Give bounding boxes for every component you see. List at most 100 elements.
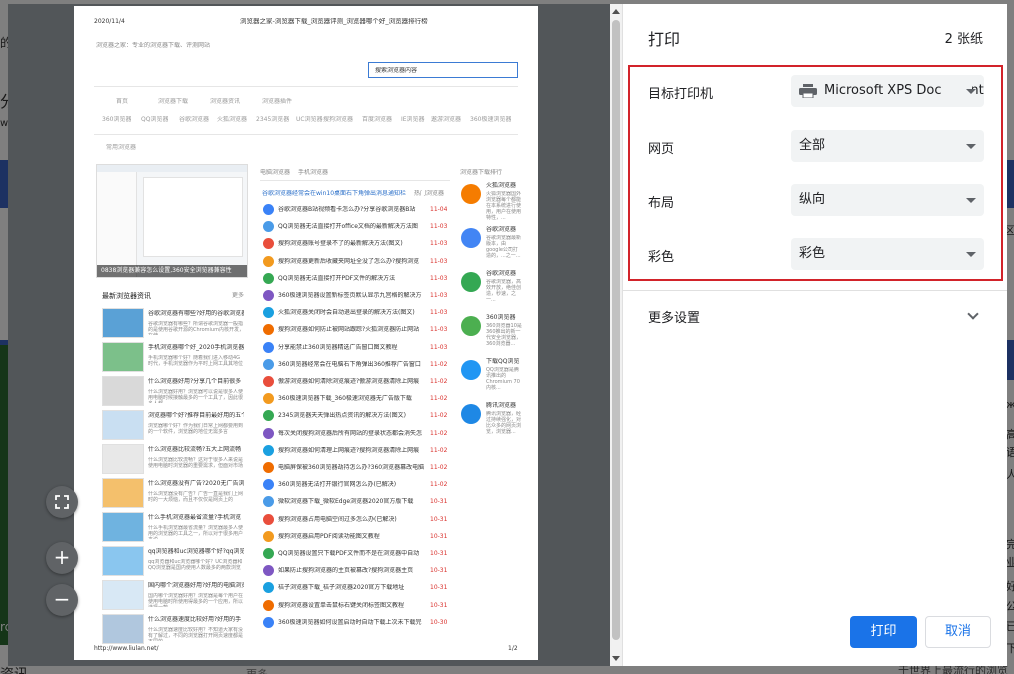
destination-label: 目标打印机 [648,87,714,102]
article-title: 桔子浏览器下载_桔子浏览器2020官方下载地址 [278,584,405,592]
zoom-out-button[interactable]: − [46,584,78,616]
article-date: 11-03 [430,223,448,231]
nav-category: 搜狗浏览器 [323,116,354,123]
rank-browser-icon [461,184,481,204]
chevron-down-icon [966,198,976,203]
article-title: 电脑屏保被360浏览器劫持怎么办?360浏览器篡改电脑 [278,464,425,471]
article-date: 11-02 [430,378,448,385]
news-thumbnail [102,444,144,474]
news-thumbnail [102,580,144,610]
nav-category: 百度浏览器 [362,116,393,123]
featured-caption: 0838浏览器兼容怎么设置,360安全浏览器兼容性 [97,265,247,277]
right-header: 浏览器下载排行 [460,169,503,176]
article-title: 2345浏览器天天弹出热点资讯的解决方法(图文) [278,412,406,420]
nav-category: IE浏览器 [401,116,425,123]
printer-icon [799,84,817,98]
page-footer-url: http://www.liulan.net/ [94,645,159,652]
article-title: 每次关闭搜狗浏览器后所有网站的登录状态都会消失怎 [278,429,423,437]
chevron-down-icon [966,252,976,257]
article-title: QQ浏览器无法直接打开PDF文件的解决方法 [278,274,396,282]
article-date: 10-31 [430,550,448,557]
print-preview-area[interactable]: 2020/11/4 浏览器之家-浏览器下载_浏览器评测_浏览器哪个好_浏览器排行… [8,4,622,666]
browser-icon [263,616,274,628]
browser-icon [263,393,274,405]
nav-item: 浏览器插件 [262,98,293,105]
article-title: 谷歌浏览器B站视频看卡怎么办?分享谷歌浏览器B站 [278,206,416,213]
color-label: 彩色 [648,250,675,265]
print-title: 打印 [648,30,681,49]
nav-item: 浏览器资讯 [210,98,241,105]
more-settings-toggle[interactable]: 更多设置 [648,307,700,326]
article-date: 11-02 [430,429,448,437]
fit-to-page-button[interactable] [46,486,78,518]
news-desc: 谷歌浏览器有哪些？所谓谷歌浏览器一般指的是使用谷歌开源的Chromium内核开发… [148,321,244,335]
article-date: 10-31 [430,567,448,575]
article-title: 如果防止搜狗浏览器的主页被篡改?搜狗浏览器主页 [278,567,414,575]
browser-icon [263,530,274,542]
chevron-down-icon [966,144,976,149]
news-thumbnail [102,376,144,406]
color-select[interactable]: 彩色 [791,238,984,270]
browser-icon [263,599,274,611]
nav-category: UC浏览器 [296,116,323,123]
article-title: 360极速浏览器下载_360极速浏览器无广告版下载 [278,395,412,403]
article-date: 11-03 [430,292,448,299]
article-title: 360浏览器无法打开银行官网怎么办(已解决) [278,481,397,489]
mid-tab: 手机浏览器 [298,169,329,176]
article-title: 搜狗浏览器账号登录不了的最新解决方法(图文) [278,240,403,248]
article-date: 10-30 [430,618,448,626]
news-desc: 什么浏览器比较流畅？这对于很多人来说是使用电脑时浏览器的重要需求，但面对市场 [148,457,244,469]
page-header-title: 浏览器之家-浏览器下载_浏览器评测_浏览器哪个好_浏览器排行榜 [240,18,428,25]
layout-select[interactable]: 纵向 [791,184,984,216]
destination-select[interactable]: Microsoft XPS Document Writer [791,75,984,107]
browser-icon [263,307,274,319]
article-title: 360极速浏览器如何设置启动时自动下载上次未下载完 [278,618,422,626]
print-button[interactable]: 打印 [850,616,917,648]
screenshot-toolbar [97,165,247,172]
scrollbar-thumb[interactable] [612,20,620,640]
settings-divider [623,290,1007,291]
print-preview-screen: 的 分 w rc 区 ж 高 语 人 完 业 好 公 已 下 资讯 更多 于世界… [0,0,1014,674]
pages-select[interactable]: 全部 [791,130,984,162]
article-title: 傲游浏览器如何清除浏览痕迹?傲游浏览器清除上网痕 [278,378,420,385]
browser-icon [263,238,274,250]
nav-category: 360极速浏览器 [470,116,512,123]
preview-scrollbar[interactable] [610,4,622,666]
news-thumbnail [102,308,144,338]
article-date: 10-31 [430,532,448,540]
news-title: 浏览器哪个好?推荐目前最好用的五个 [148,412,244,419]
browser-icon [263,496,274,508]
article-title: 搜狗浏览器更新后收藏夹网址全没了怎么办?搜狗浏览 [278,257,420,265]
article-title: 分享能禁止360浏览器精选广告窗口图文教程 [278,343,398,351]
article-date: 11-02 [430,464,448,471]
nav-item: 浏览器下载 [158,98,189,105]
article-title: 搜狗浏览器如何清理上网痕迹?搜狗浏览器清除上网痕 [278,446,420,454]
rank-name: 火狐浏览器 [486,182,517,189]
article-date: 10-31 [430,601,448,609]
rank-name: 腾讯浏览器 [486,402,517,409]
zoom-in-button[interactable]: + [46,542,78,574]
article-title: 360浏览器经常会在电脑右下角弹出360推荐广告窗口 [278,360,421,368]
browser-icon [263,548,274,559]
news-desc: 什么浏览器速度比较好用？不知道大家有没有了解过，不同的浏览器打开网页速度都是不同… [148,627,244,641]
header-rule [94,86,518,87]
article-date: 10-31 [430,584,448,592]
news-desc: 什么浏览器没有广告？广告一直是我们上网时的一大烦恼，而且不仅仅是网页上的 [148,491,244,503]
browser-icon [263,479,274,491]
expand-chevron-icon[interactable] [967,308,979,320]
scroll-down-arrow-icon[interactable] [612,656,620,661]
news-thumbnail [102,614,144,644]
news-desc: 国内哪个浏览器好用？浏览器是每个用户在使用电脑时所使用得最多的一个应用，所以选择… [148,593,244,607]
rank-desc: 360浏览器10是360推出的新一代安全浏览器，360浏览器... [486,323,522,347]
scroll-up-arrow-icon[interactable] [612,9,620,14]
rank-browser-icon [461,360,481,380]
article-title: 搜狗浏览器占用电脑空间过多怎么办(已解决) [278,515,397,523]
article-title: 搜狗浏览器启用PDF阅读功能图文教程 [278,532,380,540]
print-settings-panel: 打印 2 张纸 目标打印机 Microsoft XPS Document Wri… [622,4,1007,666]
rank-name: 谷歌浏览器 [486,226,517,233]
article-date: 11-03 [430,257,448,265]
cancel-button[interactable]: 取消 [925,616,991,648]
nav-category: 谷歌浏览器 [179,116,210,123]
browser-icon [263,290,274,301]
browser-icon [263,255,274,267]
